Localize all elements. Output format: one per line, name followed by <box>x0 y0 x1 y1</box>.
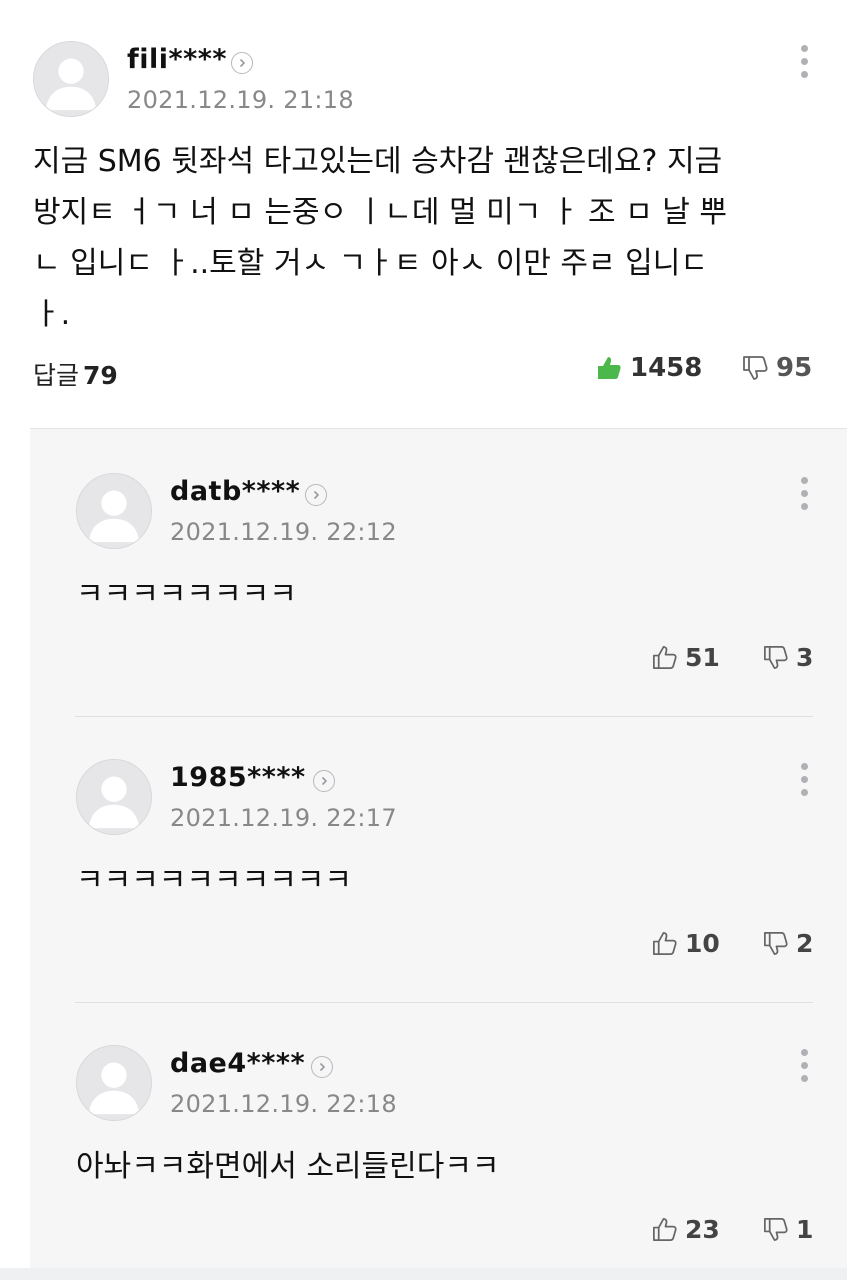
more-vertical-icon[interactable] <box>799 763 809 803</box>
timestamp: 2021.12.19. 22:17 <box>170 804 397 832</box>
reply-item: 1985**** 2021.12.19. 22:17 ㅋㅋㅋㅋㅋㅋㅋㅋㅋㅋ 10… <box>30 717 847 1002</box>
more-vertical-icon[interactable] <box>799 45 809 85</box>
dislike-button[interactable]: 3 <box>761 643 813 672</box>
avatar[interactable] <box>76 759 152 835</box>
reply-text: 아놔ㅋㅋ화면에서 소리들린다ㅋㅋ <box>76 1149 500 1184</box>
dislike-button[interactable]: 95 <box>740 353 812 383</box>
like-count: 1458 <box>630 353 703 383</box>
default-profile-icon <box>77 474 151 548</box>
comment-text-line: 방지ㅌ ㅓㄱ 너 ㅁ 는중ㅇ ㅣㄴ데 멀 미ㄱ ㅏ 조 ㅁ 날 뿌 <box>33 195 728 230</box>
chevron-right-icon[interactable] <box>305 484 327 506</box>
timestamp: 2021.12.19. 22:18 <box>170 1090 397 1118</box>
thumbs-down-icon <box>763 645 788 670</box>
thumbs-up-icon <box>598 357 621 379</box>
username[interactable]: fili**** <box>127 44 227 75</box>
replies-section: datb**** 2021.12.19. 22:12 ㅋㅋㅋㅋㅋㅋㅋㅋ 51 3 <box>30 428 847 1280</box>
thumbs-down-icon <box>763 1217 788 1242</box>
reply-item: dae4**** 2021.12.19. 22:18 아놔ㅋㅋ화면에서 소리들린… <box>30 1003 847 1273</box>
avatar[interactable] <box>76 1045 152 1121</box>
thumbs-up-icon <box>652 1217 677 1242</box>
like-count: 23 <box>685 1215 720 1244</box>
avatar[interactable] <box>33 41 109 117</box>
more-vertical-icon[interactable] <box>799 477 809 517</box>
reply-text: ㅋㅋㅋㅋㅋㅋㅋㅋㅋㅋ <box>76 863 352 898</box>
reply-label: 답글 <box>33 361 80 390</box>
dislike-count: 2 <box>796 929 814 958</box>
default-profile-icon <box>34 42 108 116</box>
comment-text-line: ㅏ. <box>33 297 71 332</box>
thumbs-down-icon <box>743 356 768 380</box>
comment-text: 지금 SM6 뒷좌석 타고있는데 승차감 괜찮은데요? 지금 방지ㅌ ㅓㄱ 너 … <box>33 136 823 340</box>
reply-count-button[interactable]: 답글 79 <box>33 356 118 392</box>
thumbs-up-icon <box>652 645 677 670</box>
username[interactable]: 1985**** <box>170 762 306 793</box>
chevron-right-icon[interactable] <box>231 52 253 74</box>
like-count: 51 <box>685 643 720 672</box>
main-comment: fili**** 2021.12.19. 21:18 지금 SM6 뒷좌석 타고… <box>0 0 847 428</box>
dislike-count: 95 <box>776 353 813 383</box>
chevron-right-icon[interactable] <box>311 1056 333 1078</box>
comment-text-line: 지금 SM6 뒷좌석 타고있는데 승차감 괜찮은데요? 지금 <box>33 144 723 179</box>
reply-text: ㅋㅋㅋㅋㅋㅋㅋㅋ <box>76 577 297 612</box>
reply-count: 79 <box>83 361 118 390</box>
like-button[interactable]: 1458 <box>594 353 702 383</box>
default-profile-icon <box>77 1046 151 1120</box>
like-count: 10 <box>685 929 720 958</box>
more-vertical-icon[interactable] <box>799 1049 809 1089</box>
bottom-edge <box>0 1268 847 1280</box>
timestamp: 2021.12.19. 21:18 <box>127 86 354 114</box>
thumbs-up-icon <box>652 931 677 956</box>
dislike-button[interactable]: 1 <box>761 1215 813 1244</box>
default-profile-icon <box>77 760 151 834</box>
thumbs-down-icon <box>763 931 788 956</box>
dislike-count: 3 <box>796 643 814 672</box>
chevron-right-icon[interactable] <box>313 770 335 792</box>
dislike-button[interactable]: 2 <box>761 929 813 958</box>
username[interactable]: datb**** <box>170 476 300 507</box>
reply-item: datb**** 2021.12.19. 22:12 ㅋㅋㅋㅋㅋㅋㅋㅋ 51 3 <box>30 429 847 714</box>
timestamp: 2021.12.19. 22:12 <box>170 518 397 546</box>
like-button[interactable]: 10 <box>650 929 720 958</box>
comment-text-line: ㄴ 입니ㄷ ㅏ..토할 거ㅅ ㄱㅏㅌ 아ㅅ 이만 주ㄹ 입니ㄷ <box>33 246 708 281</box>
like-button[interactable]: 23 <box>650 1215 720 1244</box>
dislike-count: 1 <box>796 1215 814 1244</box>
like-button[interactable]: 51 <box>650 643 720 672</box>
avatar[interactable] <box>76 473 152 549</box>
username[interactable]: dae4**** <box>170 1048 305 1079</box>
